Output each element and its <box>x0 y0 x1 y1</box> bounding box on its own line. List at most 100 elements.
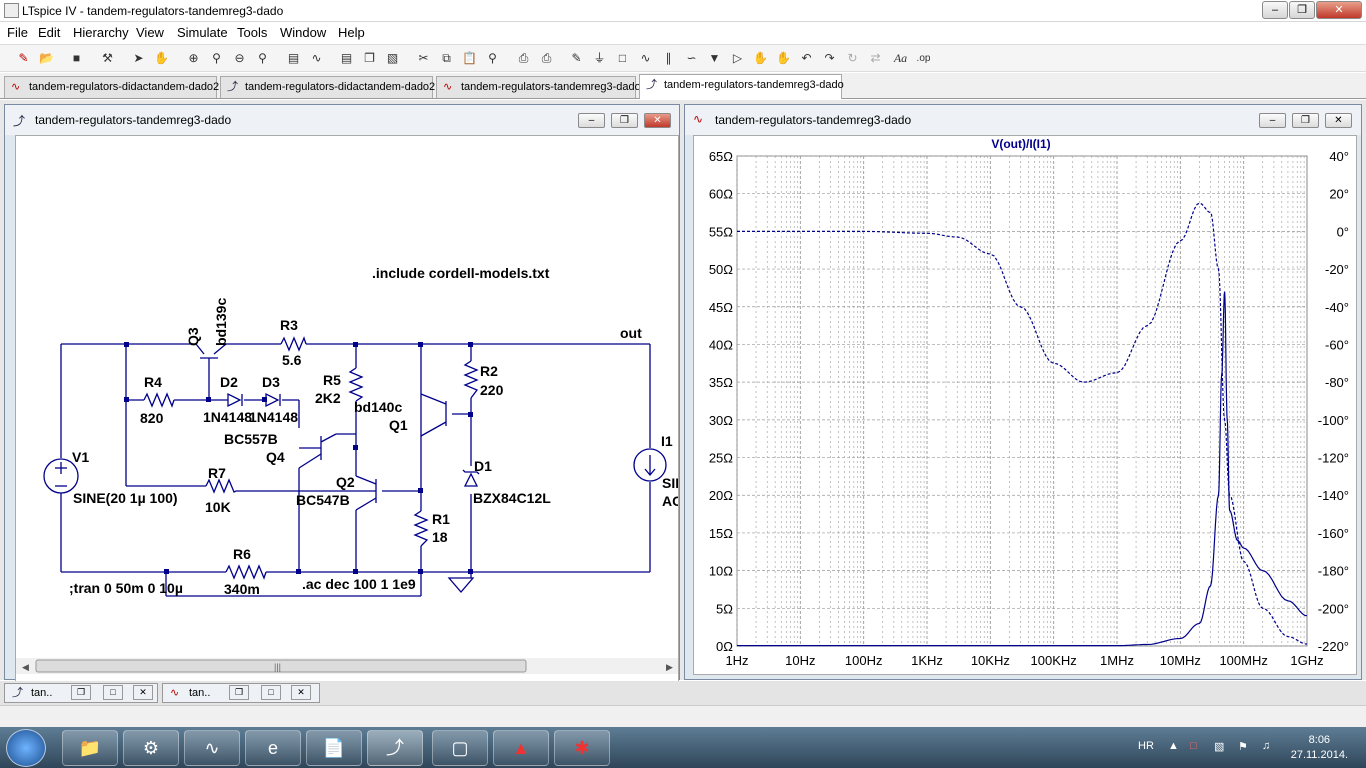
ltspice-taskbar-icon[interactable]: ⤴ <box>367 730 423 766</box>
menu-window[interactable]: Window <box>280 25 326 40</box>
diode-icon[interactable]: ▼ <box>706 50 723 67</box>
move-icon[interactable]: ✋ <box>752 50 769 67</box>
open-folder-icon[interactable]: 📂 <box>38 50 55 67</box>
scroll-right-arrow[interactable]: ▶ <box>666 662 673 672</box>
explorer-taskbar-icon[interactable]: 📁 <box>62 730 118 766</box>
drag-icon[interactable]: ✋ <box>775 50 792 67</box>
d3-label[interactable]: D3 <box>262 374 280 390</box>
menu-help[interactable]: Help <box>338 25 365 40</box>
q2-model-label[interactable]: BC547B <box>296 492 350 508</box>
menu-edit[interactable]: Edit <box>38 25 60 40</box>
r6-value[interactable]: 340m <box>224 581 260 597</box>
waveform-icon[interactable]: ∿ <box>308 50 325 67</box>
label-net-icon[interactable]: □ <box>614 50 631 67</box>
d1-label[interactable]: D1 <box>474 458 492 474</box>
oscilloscope-taskbar-icon[interactable]: ∿ <box>184 730 240 766</box>
schematic-restore-button[interactable]: ❐ <box>611 113 638 128</box>
q1-model-label[interactable]: bd140c <box>354 399 402 415</box>
r7-value[interactable]: 10K <box>205 499 231 515</box>
notes-taskbar-icon[interactable]: ▢ <box>432 730 488 766</box>
close-icon[interactable]: ✕ <box>133 685 153 700</box>
menu-file[interactable]: File <box>7 25 28 40</box>
game-taskbar-icon[interactable]: ✱ <box>554 730 610 766</box>
tab-schematic-didactandem[interactable]: ⤴ tandem-regulators-didactandem-dado2 <box>220 76 435 98</box>
action-center-icon[interactable]: ⚑ <box>1238 740 1248 753</box>
new-schematic-icon[interactable]: ✎ <box>15 50 32 67</box>
menu-simulate[interactable]: Simulate <box>177 25 228 40</box>
find-icon[interactable]: ⚲ <box>484 50 501 67</box>
paste-icon[interactable]: 📋 <box>461 50 478 67</box>
close-icon[interactable]: ✕ <box>291 685 311 700</box>
files-taskbar-icon[interactable]: 📄 <box>306 730 362 766</box>
component-icon[interactable]: ▷ <box>729 50 746 67</box>
show-hidden-icons-icon[interactable]: ▲ <box>1168 740 1179 752</box>
zoom-out-icon[interactable]: ⊖ <box>231 50 248 67</box>
i1-label[interactable]: I1 <box>661 433 673 449</box>
close-button[interactable]: ✕ <box>1316 1 1362 19</box>
tile-vertical-icon[interactable]: ▧ <box>384 50 401 67</box>
q4-model-label[interactable]: BC557B <box>224 431 278 447</box>
q4-label[interactable]: Q4 <box>266 449 285 465</box>
q2-label[interactable]: Q2 <box>336 474 355 490</box>
ac-directive[interactable]: .ac dec 100 1 1e9 <box>302 576 416 592</box>
autorange-icon[interactable]: ▤ <box>285 50 302 67</box>
r4-value[interactable]: 820 <box>140 410 164 426</box>
menu-tools[interactable]: Tools <box>237 25 267 40</box>
app-taskbar-icon[interactable]: ⚙ <box>123 730 179 766</box>
network-icon[interactable]: □ <box>1190 740 1197 752</box>
pan-icon[interactable]: ⚲ <box>208 50 225 67</box>
plot-restore-button[interactable]: ❐ <box>1292 113 1319 128</box>
maximize-icon[interactable]: □ <box>261 685 281 700</box>
q1-label[interactable]: Q1 <box>389 417 408 433</box>
maximize-icon[interactable]: □ <box>103 685 123 700</box>
include-directive[interactable]: .include cordell-models.txt <box>372 265 550 281</box>
device-icon[interactable]: ▧ <box>1214 740 1224 753</box>
zoom-fit-icon[interactable]: ⚲ <box>254 50 271 67</box>
capacitor-icon[interactable]: ∥ <box>660 50 677 67</box>
redo-icon[interactable]: ↷ <box>821 50 838 67</box>
tile-horizontal-icon[interactable]: ▤ <box>338 50 355 67</box>
pdf-taskbar-icon[interactable]: ▲ <box>493 730 549 766</box>
clock[interactable]: 8:06 27.11.2014. <box>1291 733 1348 763</box>
draw-wire-icon[interactable]: ✎ <box>568 50 585 67</box>
tab-schematic-tandemreg3[interactable]: ⤴ tandem-regulators-tandemreg3-dado <box>639 74 844 99</box>
minimized-schematic[interactable]: ⤴ tan.. ❐ □ ✕ <box>4 683 158 703</box>
v1-label[interactable]: V1 <box>72 449 89 465</box>
plot-traces[interactable] <box>737 202 1308 647</box>
save-icon[interactable]: ■ <box>68 50 85 67</box>
r5-value[interactable]: 2K2 <box>315 390 341 406</box>
r6-label[interactable]: R6 <box>233 546 251 562</box>
tab-plot-tandemreg3[interactable]: ∿ tandem-regulators-tandemreg3-dado <box>436 76 641 98</box>
start-button[interactable] <box>6 729 46 767</box>
tab-plot-didactandem[interactable]: ∿ tandem-regulators-didactandem-dado2 <box>4 76 219 98</box>
restore-icon[interactable]: ❐ <box>229 685 249 700</box>
r3-label[interactable]: R3 <box>280 317 298 333</box>
plot-close-button[interactable]: ✕ <box>1325 113 1352 128</box>
bode-plot[interactable]: V(out)/I(I1) 1Hz 10Hz 100Hz 1KHz 10KHz 100KHz… <box>694 136 1357 675</box>
rotate-icon[interactable]: ↻ <box>844 50 861 67</box>
schematic-canvas[interactable]: .include cordell-models.txt Q3 bd139c R3… <box>15 135 679 683</box>
v1-value[interactable]: SINE(20 1µ 100) <box>73 490 178 506</box>
r1-label[interactable]: R1 <box>432 511 450 527</box>
trace-label[interactable]: V(out)/I(I1) <box>991 137 1050 151</box>
d1-model[interactable]: BZX84C12L <box>473 490 551 506</box>
print-icon[interactable]: ⎙ <box>538 50 555 67</box>
cut-icon[interactable]: ✂ <box>415 50 432 67</box>
i1-value-1[interactable]: SII <box>662 475 679 491</box>
spice-directive-icon[interactable]: .op <box>915 50 932 67</box>
schematic-minimize-button[interactable]: – <box>578 113 605 128</box>
maximize-button[interactable]: ❐ <box>1289 1 1315 19</box>
minimized-plot[interactable]: ∿ tan.. ❐ □ ✕ <box>162 683 320 703</box>
r2-value[interactable]: 220 <box>480 382 504 398</box>
q3-model-label[interactable]: bd139c <box>213 298 229 346</box>
scroll-left-arrow[interactable]: ◀ <box>22 662 29 672</box>
cascade-icon[interactable]: ❐ <box>361 50 378 67</box>
undo-icon[interactable]: ↶ <box>798 50 815 67</box>
zoom-in-icon[interactable]: ⊕ <box>185 50 202 67</box>
text-icon[interactable]: Aa <box>892 50 909 67</box>
run-icon[interactable]: ➤ <box>130 50 147 67</box>
volume-icon[interactable]: ♫ <box>1262 740 1270 752</box>
language-indicator[interactable]: HR <box>1138 740 1154 752</box>
menu-hierarchy[interactable]: Hierarchy <box>73 25 129 40</box>
print-setup-icon[interactable]: ⎙ <box>515 50 532 67</box>
